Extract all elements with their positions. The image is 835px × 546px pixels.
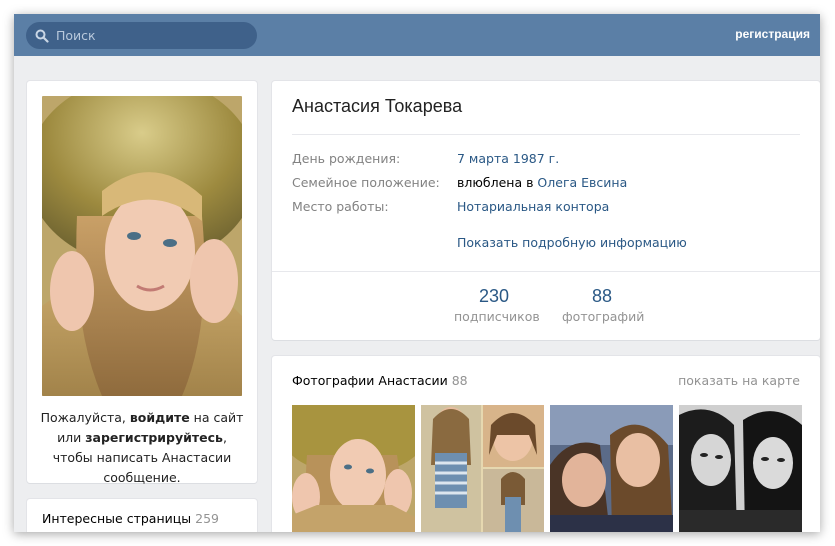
vk-page: Поиск регистрация Пожалуйста, войдите на… — [14, 14, 820, 532]
register-link-inline[interactable]: зарегистрируйтесь — [85, 430, 223, 445]
show-on-map-link[interactable]: показать на карте — [678, 373, 800, 388]
counter-value: 230 — [478, 286, 510, 306]
login-message-text: Пожалуйста, — [40, 410, 130, 425]
divider — [272, 271, 820, 272]
photos-title: Фотографии Анастасии — [292, 373, 448, 388]
interesting-pages-title: Интересные страницы — [42, 511, 192, 526]
search-input[interactable]: Поиск — [26, 22, 257, 49]
photo-thumbnail[interactable] — [550, 405, 673, 532]
show-more-info-link[interactable]: Показать подробную информацию — [457, 235, 687, 250]
register-link[interactable]: регистрация — [735, 27, 810, 41]
search-icon — [35, 29, 49, 43]
profile-avatar-card: Пожалуйста, войдите на сайт или зарегист… — [27, 81, 257, 485]
divider — [292, 134, 800, 135]
profile-photo[interactable] — [42, 96, 242, 396]
info-label: Место работы: — [292, 199, 389, 214]
counter-photos[interactable]: 88 фотографий — [562, 286, 645, 324]
photo-thumbnail[interactable] — [421, 405, 544, 532]
info-label: Семейное положение: — [292, 175, 440, 190]
photo-thumbnail[interactable] — [679, 405, 802, 532]
photos-count: 88 — [451, 373, 468, 388]
photo-thumbnail[interactable] — [292, 405, 415, 532]
workplace-link[interactable]: Нотариальная контора — [457, 199, 609, 215]
relationship-status: влюблена в — [457, 175, 538, 190]
relationship-value: влюблена в Олега Евсина — [457, 175, 627, 191]
info-label: День рождения: — [292, 151, 401, 166]
interesting-pages-card[interactable]: Интересные страницы 259 — [27, 499, 257, 532]
top-header: Поиск регистрация — [14, 14, 820, 56]
partner-link[interactable]: Олега Евсина — [537, 175, 627, 190]
counter-followers[interactable]: 230 подписчиков — [454, 286, 540, 324]
photos-header[interactable]: Фотографии Анастасии 88 — [292, 373, 468, 388]
interesting-pages-header[interactable]: Интересные страницы 259 — [42, 511, 219, 526]
profile-info-card: Анастасия Токарева День рождения: 7 март… — [272, 81, 820, 340]
counter-value: 88 — [591, 286, 613, 306]
search-placeholder: Поиск — [56, 28, 96, 43]
counter-label: фотографий — [562, 309, 645, 324]
photos-card: Фотографии Анастасии 88 показать на карте — [272, 356, 820, 532]
login-message: Пожалуйста, войдите на сайт или зарегист… — [39, 408, 245, 488]
profile-name: Анастасия Токарева — [292, 96, 463, 116]
interesting-pages-count: 259 — [195, 511, 219, 526]
login-link[interactable]: войдите — [130, 410, 190, 425]
counter-label: подписчиков — [454, 309, 540, 324]
birthday-link[interactable]: 7 марта 1987 г. — [457, 151, 559, 167]
